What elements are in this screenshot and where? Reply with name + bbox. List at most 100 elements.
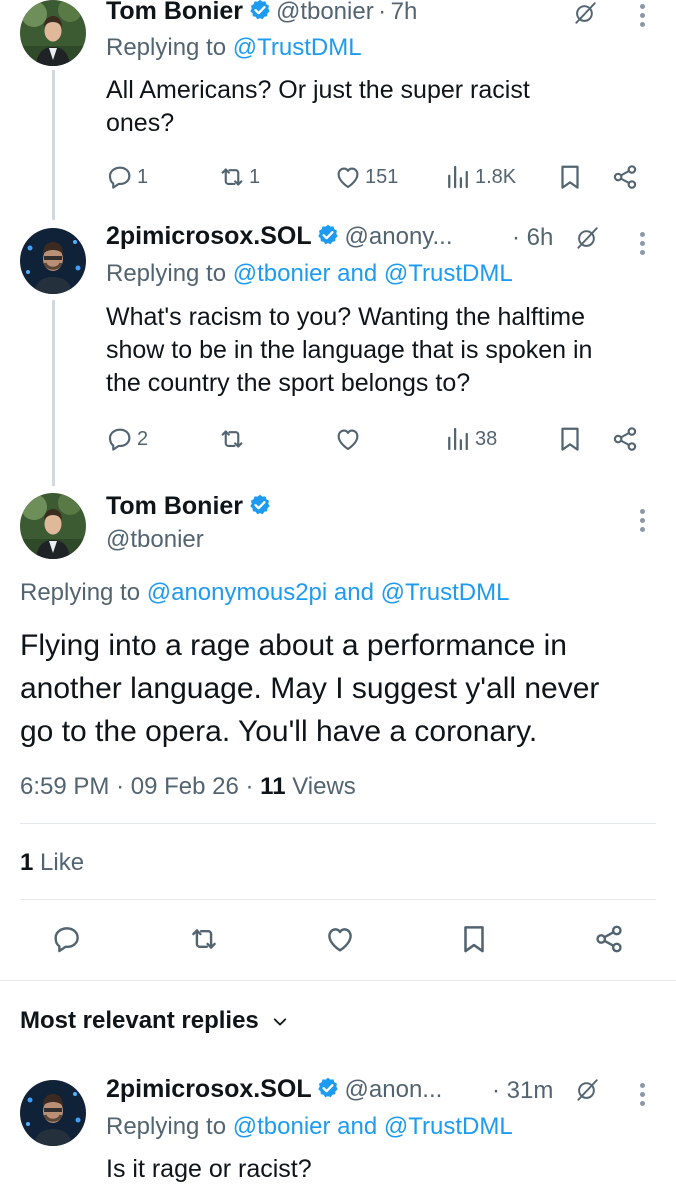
reply-button[interactable]: 2 (105, 422, 148, 456)
divider (0, 980, 676, 981)
retweet-count: 1 (249, 165, 261, 188)
separator: · (492, 1077, 500, 1104)
mention-link[interactable]: @tbonier (233, 260, 331, 287)
bookmark-button[interactable] (555, 160, 585, 194)
author-name[interactable]: 2pimicrosox.SOL (106, 1075, 312, 1103)
reply-icon (105, 162, 135, 192)
replies-sort-label: Most relevant replies (20, 1007, 259, 1034)
author-handle[interactable]: @tbonier (106, 526, 204, 554)
avatar[interactable] (20, 228, 86, 294)
retweet-icon (217, 162, 247, 192)
share-icon[interactable] (592, 922, 626, 956)
likes-link[interactable]: 1 Like (20, 849, 84, 877)
verified-icon (248, 0, 272, 22)
replying-label: Replying to (106, 1113, 227, 1140)
reply-count: 1 (137, 165, 149, 188)
retweet-icon (217, 424, 247, 454)
like-icon (333, 424, 363, 454)
tweet-text: Is it rage or racist? (106, 1155, 312, 1183)
divider (20, 899, 656, 900)
bookmark-icon[interactable] (457, 922, 491, 956)
tweet-actions: 2 38 (105, 422, 645, 456)
view-count: 38 (475, 427, 498, 450)
replies-sort-dropdown[interactable]: Most relevant replies (20, 1007, 289, 1035)
and-text: and (337, 1113, 378, 1140)
views-icon (443, 162, 473, 192)
tweet-text: All Americans? Or just the super racist … (106, 74, 530, 140)
avatar[interactable] (20, 1080, 86, 1146)
separator: · (512, 224, 520, 251)
main-actions (0, 922, 676, 958)
mention-link[interactable]: @TrustDML (384, 1113, 513, 1140)
tweet-text-line: All Americans? Or just the super racist (106, 76, 530, 104)
author-handle[interactable]: @tbonier (276, 0, 374, 25)
tweet-time[interactable]: 6:59 PM (20, 773, 109, 800)
more-icon[interactable] (640, 232, 646, 259)
like-button[interactable]: 151 (333, 160, 398, 194)
share-button[interactable] (610, 160, 640, 194)
tweet-time: · 31m (492, 1077, 553, 1105)
views-icon (443, 424, 473, 454)
likes-count: 1 (20, 849, 34, 876)
tweet-text-line: Flying into a rage about a performance i… (20, 629, 567, 662)
replying-label: Replying to (106, 34, 227, 61)
tweet-meta: 6:59 PM · 09 Feb 26 · 11 Views (20, 773, 356, 801)
timestamp[interactable]: 31m (507, 1077, 554, 1104)
like-icon[interactable] (323, 922, 357, 956)
views-button[interactable]: 38 (443, 422, 497, 456)
share-button[interactable] (610, 422, 640, 456)
more-icon[interactable] (640, 509, 646, 536)
author-name[interactable]: Tom Bonier (106, 492, 243, 520)
main-tweet-text: Flying into a rage about a performance i… (20, 624, 599, 753)
bookmark-icon (555, 162, 585, 192)
mention-link[interactable]: @TrustDML (233, 34, 362, 61)
author-name[interactable]: Tom Bonier (106, 0, 243, 25)
tweet-date[interactable]: 09 Feb 26 (131, 773, 239, 800)
tweet-text-line: the country the sport belongs to? (106, 369, 471, 397)
timestamp[interactable]: 7h (391, 0, 418, 25)
separator: · (245, 773, 254, 800)
chevron-down-icon (274, 1018, 287, 1026)
timestamp[interactable]: 6h (527, 224, 554, 251)
grok-icon[interactable] (572, 0, 598, 26)
avatar[interactable] (20, 0, 86, 66)
avatar[interactable] (20, 493, 86, 559)
reply-count: 2 (137, 427, 149, 450)
replying-to: Replying to @TrustDML (106, 34, 362, 62)
separator: · (378, 0, 387, 25)
more-icon[interactable] (640, 1083, 646, 1110)
reply-icon (105, 424, 135, 454)
replying-to: Replying to @anonymous2pi and @TrustDML (20, 579, 509, 607)
and-text: and (337, 260, 378, 287)
mention-link[interactable]: @tbonier (233, 1113, 331, 1140)
more-icon[interactable] (640, 4, 646, 31)
reply-icon[interactable] (50, 922, 84, 956)
share-icon (610, 162, 640, 192)
mention-link[interactable]: @TrustDML (384, 260, 513, 287)
like-button[interactable] (333, 422, 363, 456)
author-handle[interactable]: @anon... (345, 1076, 443, 1103)
tweet-text-line: show to be in the language that is spoke… (106, 336, 593, 364)
author-handle[interactable]: @anony... (345, 223, 453, 250)
verified-icon (316, 1076, 340, 1100)
grok-icon[interactable] (574, 1077, 600, 1103)
tweet-text-line: another language. May I suggest y'all ne… (20, 672, 600, 705)
tweet-text: What's racism to you? Wanting the halfti… (106, 301, 592, 400)
author-name[interactable]: 2pimicrosox.SOL (106, 222, 312, 250)
reply-button[interactable]: 1 (105, 160, 148, 194)
views-count: 11 (260, 773, 286, 800)
bookmark-button[interactable] (555, 422, 585, 456)
views-button[interactable]: 1.8K (443, 160, 516, 194)
grok-icon[interactable] (574, 225, 600, 251)
bookmark-icon (555, 424, 585, 454)
tweet-text-line: go to the opera. You'll have a coronary. (20, 715, 538, 748)
retweet-button[interactable]: 1 (217, 160, 260, 194)
verified-icon (316, 223, 340, 247)
tweet-header: 2pimicrosox.SOL @anony... (106, 222, 453, 251)
mention-link[interactable]: @TrustDML (381, 579, 510, 606)
mention-link[interactable]: @anonymous2pi (147, 579, 327, 606)
retweet-button[interactable] (217, 422, 247, 456)
tweet-header: 2pimicrosox.SOL @anon... (106, 1075, 442, 1104)
verified-icon (248, 493, 272, 517)
retweet-icon[interactable] (187, 922, 221, 956)
